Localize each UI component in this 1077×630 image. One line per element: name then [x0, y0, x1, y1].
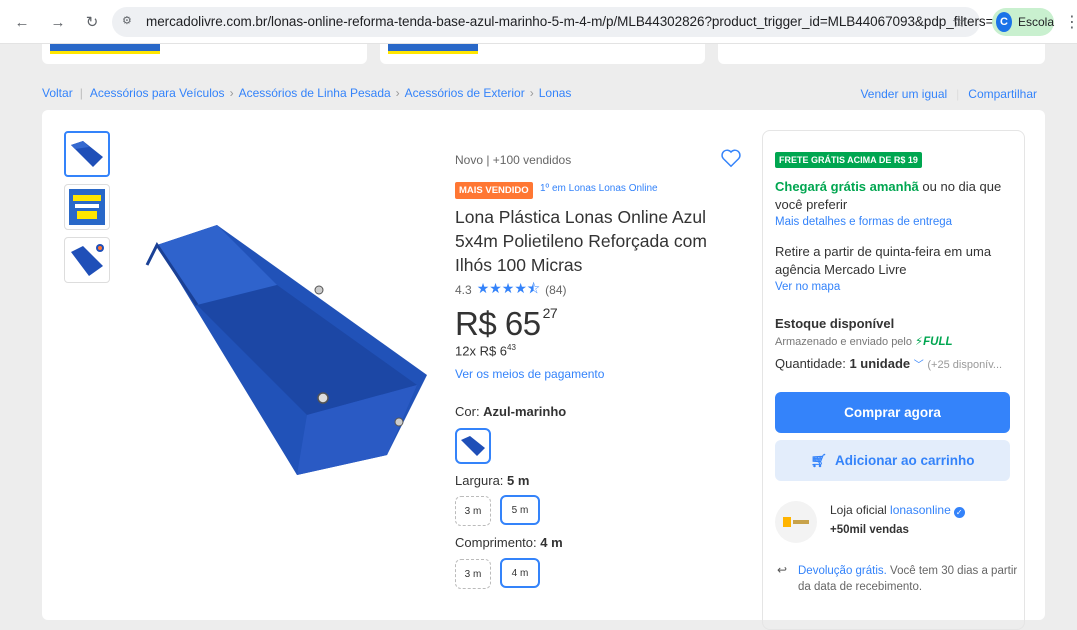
condition-text: Novo | +100 vendidos — [455, 153, 572, 167]
browser-toolbar: ← → ↻ ⚙ mercadolivre.com.br/lonas-online… — [0, 0, 1077, 44]
breadcrumb-item[interactable]: Lonas — [539, 86, 572, 100]
share-link[interactable]: Compartilhar — [968, 87, 1037, 101]
previous-card — [380, 44, 705, 64]
price: R$ 65 27 — [455, 305, 558, 343]
color-value: Azul-marinho — [483, 404, 567, 419]
color-label: Cor: Azul-marinho — [455, 404, 567, 419]
thumbnail-3[interactable] — [64, 237, 110, 283]
quantity-selector[interactable]: Quantidade: 1 unidade ﹀ (+25 disponív... — [775, 356, 1002, 371]
profile-button[interactable]: C Escola — [992, 8, 1054, 36]
rating-value: 4.3 — [455, 283, 472, 297]
sell-same-link[interactable]: Vender um igual — [860, 87, 947, 101]
buy-box: FRETE GRÁTIS ACIMA DE R$ 19 Chegará grát… — [762, 130, 1025, 630]
installments-cents: 43 — [507, 343, 516, 352]
length-value: 4 m — [540, 535, 563, 550]
payment-methods-link[interactable]: Ver os meios de pagamento — [455, 367, 604, 381]
breadcrumb: Voltar | Acessórios para Veículos › Acessóri… — [42, 86, 572, 100]
back-arrow-icon[interactable]: ← — [10, 10, 34, 34]
installments-main: 12x R$ 6 — [455, 343, 508, 359]
best-seller-badge: MAIS VENDIDO — [455, 182, 533, 199]
thumbnail-2[interactable] — [64, 184, 110, 230]
forward-arrow-icon[interactable]: → — [46, 10, 70, 34]
store-sales: +50mil vendas — [830, 524, 909, 536]
price-main: R$ 65 — [455, 305, 541, 342]
breadcrumb-item[interactable]: Acessórios de Linha Pesada — [239, 86, 391, 100]
previous-card — [42, 44, 367, 64]
delivery-text: Chegará grátis amanhã ou no dia que você… — [775, 179, 1002, 212]
review-count: (84) — [545, 283, 567, 297]
url-text[interactable]: mercadolivre.com.br/lonas-online-reforma… — [146, 14, 1037, 29]
address-bar[interactable]: ⚙ mercadolivre.com.br/lonas-online-refor… — [112, 7, 1037, 37]
free-return-link[interactable]: Devolução grátis. — [798, 565, 887, 577]
cart-icon: 🛒︎ — [810, 452, 827, 468]
width-option-5m[interactable]: 5 m — [500, 495, 540, 525]
installments: 12x R$ 643 — [455, 343, 516, 358]
product-image[interactable] — [137, 225, 437, 485]
banner-image — [50, 44, 160, 54]
free-shipping-tag: FRETE GRÁTIS ACIMA DE R$ 19 — [775, 152, 922, 168]
fulfillment-text: Armazenado e enviado pelo ⚡FULL — [775, 336, 953, 348]
rating-stars-icon: ★★★★⯪ — [476, 280, 541, 296]
buy-now-button[interactable]: Comprar agora — [775, 392, 1010, 433]
banner-image — [388, 44, 478, 54]
top-links: Vender um igual | Compartilhar — [860, 87, 1037, 101]
verified-check-icon: ✓ — [953, 507, 965, 518]
width-label: Largura: 5 m — [455, 473, 530, 488]
profile-name: Escola — [1017, 15, 1054, 29]
menu-kebab-icon[interactable]: ⋮ — [1064, 12, 1077, 32]
add-to-cart-button[interactable]: 🛒︎ Adicionar ao carrinho — [775, 440, 1010, 481]
avatar: C — [996, 12, 1012, 32]
full-lightning-icon: ⚡FULL — [915, 336, 953, 348]
width-option-3m[interactable]: 3 m — [455, 496, 491, 526]
price-cents: 27 — [542, 305, 558, 321]
breadcrumb-item[interactable]: Acessórios de Exterior — [405, 86, 525, 100]
product-panel: Novo | +100 vendidos MAIS VENDIDO 1º em … — [42, 110, 1045, 630]
length-option-4m[interactable]: 4 m — [500, 558, 540, 588]
stock-title: Estoque disponível — [775, 316, 895, 331]
chevron-down-icon: ﹀ — [913, 360, 924, 371]
return-arrow-icon: ↩ — [777, 563, 788, 577]
previous-card — [718, 44, 1045, 64]
view-map-link[interactable]: Ver no mapa — [775, 281, 840, 293]
official-store: Loja oficial lonasonline ✓ — [830, 503, 965, 518]
rank-link[interactable]: 1º em Lonas Lonas Online — [540, 183, 658, 194]
store-logo[interactable] — [775, 501, 817, 543]
shipping-details-link[interactable]: Mais detalhes e formas de entrega — [775, 216, 952, 228]
store-name-link[interactable]: lonasonline — [890, 503, 951, 517]
site-info-icon[interactable]: ⚙ — [122, 14, 138, 30]
bookmark-star-icon[interactable]: ☆ — [952, 12, 966, 32]
breadcrumb-item[interactable]: Acessórios para Veículos — [90, 86, 225, 100]
pickup-text: Retire a partir de quinta-feira em uma a… — [775, 244, 992, 277]
length-label: Comprimento: 4 m — [455, 535, 563, 550]
length-option-3m[interactable]: 3 m — [455, 559, 491, 589]
return-policy: Devolução grátis. Você tem 30 dias a par… — [798, 565, 1018, 593]
width-value: 5 m — [507, 473, 530, 488]
favorite-heart-icon[interactable] — [720, 147, 742, 169]
reload-icon[interactable]: ↻ — [80, 10, 104, 34]
back-link[interactable]: Voltar — [42, 86, 73, 100]
product-title: Lona Plástica Lonas Online Azul 5x4m Pol… — [455, 207, 707, 275]
thumbnail-1[interactable] — [64, 131, 110, 177]
color-swatch-navy[interactable] — [455, 428, 491, 464]
rating[interactable]: 4.3 ★★★★⯪ (84) — [455, 278, 567, 302]
